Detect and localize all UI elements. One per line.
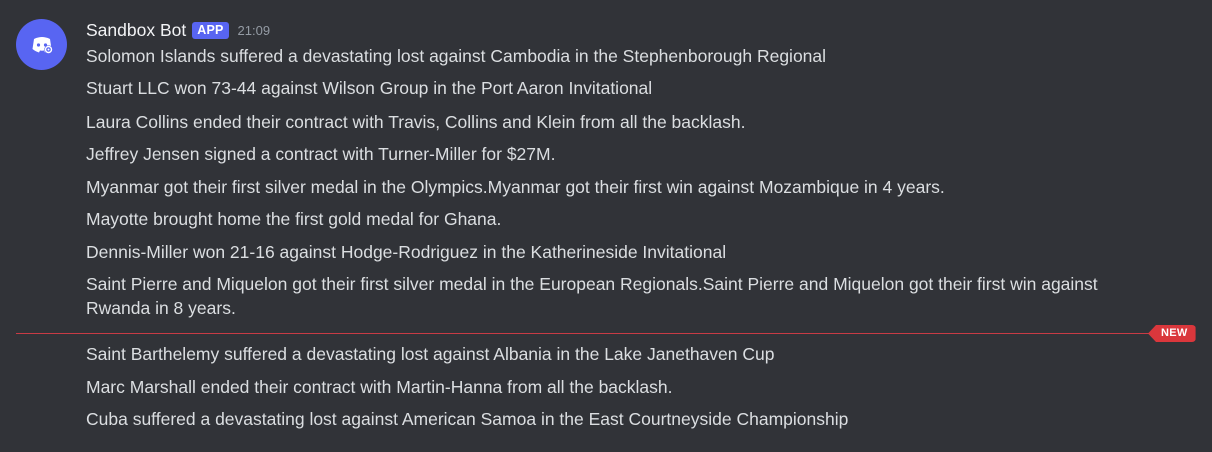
message-text: Saint Pierre and Miquelon got their firs… — [86, 274, 1098, 318]
message-text: Solomon Islands suffered a devastating l… — [86, 46, 827, 66]
message-text: Stuart LLC won 73-44 against Wilson Grou… — [86, 78, 653, 98]
chat-message-group: Sandbox Bot APP 21:09 Solomon Islands su… — [0, 0, 1212, 452]
message-text: Laura Collins ended their contract with … — [86, 112, 746, 132]
message-text: Cuba suffered a devastating lost against… — [86, 409, 849, 429]
message-timestamp[interactable]: 21:09 — [238, 23, 271, 38]
new-messages-divider — [16, 333, 1152, 334]
message-text: Dennis-Miller won 21-16 against Hodge-Ro… — [86, 242, 727, 262]
message-text: Mayotte brought home the first gold meda… — [86, 209, 502, 229]
bot-avatar[interactable] — [16, 19, 67, 70]
message-text: Myanmar got their first silver medal in … — [86, 177, 945, 197]
new-messages-badge: NEW — [1148, 325, 1196, 342]
message-header: Sandbox Bot APP 21:09 — [86, 17, 270, 43]
username[interactable]: Sandbox Bot — [86, 20, 186, 41]
message-text: Saint Barthelemy suffered a devastating … — [86, 344, 775, 364]
discord-bot-icon — [32, 36, 53, 54]
message-text: Jeffrey Jensen signed a contract with Tu… — [86, 144, 556, 164]
message-text: Marc Marshall ended their contract with … — [86, 377, 673, 397]
app-badge: APP — [192, 21, 229, 39]
